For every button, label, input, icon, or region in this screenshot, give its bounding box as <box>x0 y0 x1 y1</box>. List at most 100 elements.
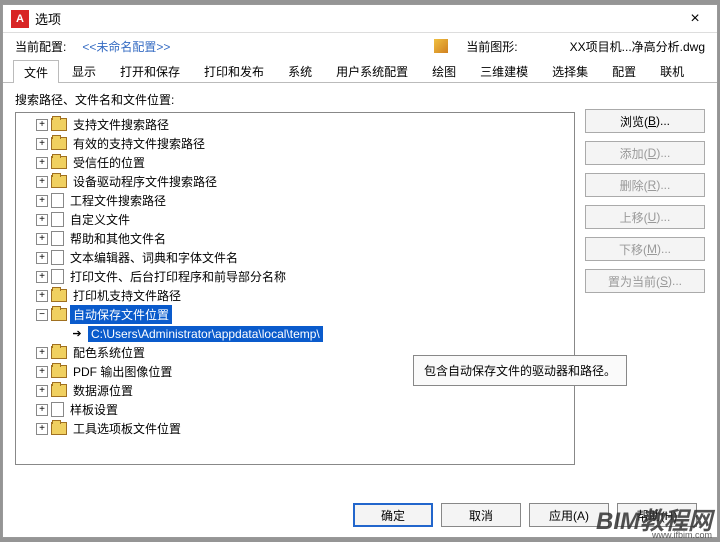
expander-icon[interactable]: + <box>36 252 48 264</box>
current-drawing-label: 当前图形: <box>466 38 517 55</box>
tree-item[interactable]: + 打印机支持文件路径 <box>18 286 572 305</box>
folder-icon <box>51 308 67 321</box>
tab-7[interactable]: 三维建模 <box>469 59 539 82</box>
tree-item[interactable]: + 工具选项板文件位置 <box>18 419 572 438</box>
app-icon: A <box>11 10 29 28</box>
footer: 确定 取消 应用(A) 帮助(H) <box>353 503 697 527</box>
tab-1[interactable]: 显示 <box>61 59 107 82</box>
tab-4[interactable]: 系统 <box>277 59 323 82</box>
current-drawing-value: XX项目机...净高分析.dwg <box>570 38 705 55</box>
apply-button[interactable]: 应用(A) <box>529 503 609 527</box>
tree-label[interactable]: 样板设置 <box>67 400 121 419</box>
tree-item[interactable]: − 自动保存文件位置 <box>18 305 572 324</box>
tooltip: 包含自动保存文件的驱动器和路径。 <box>413 355 627 386</box>
tab-6[interactable]: 绘图 <box>421 59 467 82</box>
expander-icon[interactable]: + <box>36 176 48 188</box>
tree-label[interactable]: PDF 输出图像位置 <box>70 362 175 381</box>
tree-item[interactable]: + 打印文件、后台打印程序和前导部分名称 <box>18 267 572 286</box>
tree-item[interactable]: + 自定义文件 <box>18 210 572 229</box>
folder-icon <box>51 289 67 302</box>
ok-button[interactable]: 确定 <box>353 503 433 527</box>
tree-item[interactable]: + 有效的支持文件搜索路径 <box>18 134 572 153</box>
side-button-M: 下移(M)... <box>585 237 705 261</box>
tree-item[interactable]: + 文本编辑器、词典和字体文件名 <box>18 248 572 267</box>
doc-icon <box>51 193 64 208</box>
expander-icon[interactable]: + <box>36 138 48 150</box>
options-dialog: A 选项 × 当前配置: <<未命名配置>> 当前图形: XX项目机...净高分… <box>2 4 718 538</box>
content-area: 搜索路径、文件名和文件位置: + 支持文件搜索路径 + 有效的支持文件搜索路径 + 受信任… <box>3 83 717 473</box>
tab-2[interactable]: 打开和保存 <box>109 59 191 82</box>
folder-icon <box>51 346 67 359</box>
tree-label[interactable]: 数据源位置 <box>70 381 136 400</box>
doc-icon <box>51 402 64 417</box>
side-button-S: 置为当前(S)... <box>585 269 705 293</box>
tab-0[interactable]: 文件 <box>13 60 59 83</box>
tree-label[interactable]: 工程文件搜索路径 <box>67 191 169 210</box>
doc-icon <box>51 250 64 265</box>
tree-label[interactable]: 受信任的位置 <box>70 153 148 172</box>
doc-icon <box>51 269 64 284</box>
expander-icon[interactable]: + <box>36 404 48 416</box>
folder-icon <box>51 384 67 397</box>
profile-row: 当前配置: <<未命名配置>> 当前图形: XX项目机...净高分析.dwg <box>3 33 717 59</box>
side-button-U: 上移(U)... <box>585 205 705 229</box>
side-button-B[interactable]: 浏览(B)... <box>585 109 705 133</box>
tree-label[interactable]: 工具选项板文件位置 <box>70 419 184 438</box>
side-button-D: 添加(D)... <box>585 141 705 165</box>
close-icon[interactable]: × <box>681 10 709 28</box>
expander-icon[interactable]: + <box>36 423 48 435</box>
expander-icon[interactable]: − <box>36 309 48 321</box>
expander-icon[interactable]: + <box>36 195 48 207</box>
tree-item[interactable]: + 设备驱动程序文件搜索路径 <box>18 172 572 191</box>
tree-item[interactable]: + 支持文件搜索路径 <box>18 115 572 134</box>
tab-10[interactable]: 联机 <box>649 59 695 82</box>
tree-item[interactable]: + 受信任的位置 <box>18 153 572 172</box>
expander-icon[interactable]: + <box>36 271 48 283</box>
tree-label[interactable]: 帮助和其他文件名 <box>67 229 169 248</box>
tab-3[interactable]: 打印和发布 <box>193 59 275 82</box>
tree-label[interactable]: C:\Users\Administrator\appdata\local\tem… <box>88 326 323 342</box>
expander-icon[interactable]: + <box>36 290 48 302</box>
tree-label[interactable]: 设备驱动程序文件搜索路径 <box>70 172 220 191</box>
folder-icon <box>51 118 67 131</box>
tree-label[interactable]: 文本编辑器、词典和字体文件名 <box>67 248 241 267</box>
cancel-button[interactable]: 取消 <box>441 503 521 527</box>
dwg-icon <box>434 39 448 53</box>
arrow-icon: ➔ <box>69 327 85 340</box>
tree-item[interactable]: + 工程文件搜索路径 <box>18 191 572 210</box>
section-label: 搜索路径、文件名和文件位置: <box>15 91 575 108</box>
tree-item[interactable]: + 帮助和其他文件名 <box>18 229 572 248</box>
doc-icon <box>51 231 64 246</box>
folder-icon <box>51 156 67 169</box>
help-button[interactable]: 帮助(H) <box>617 503 697 527</box>
tab-strip: 文件显示打开和保存打印和发布系统用户系统配置绘图三维建模选择集配置联机 <box>3 59 717 83</box>
tree-label[interactable]: 自定义文件 <box>67 210 133 229</box>
tree-label[interactable]: 有效的支持文件搜索路径 <box>70 134 208 153</box>
tab-5[interactable]: 用户系统配置 <box>325 59 419 82</box>
expander-icon[interactable]: + <box>36 157 48 169</box>
expander-icon[interactable]: + <box>36 385 48 397</box>
tree-label[interactable]: 配色系统位置 <box>70 343 148 362</box>
tab-9[interactable]: 配置 <box>601 59 647 82</box>
expander-icon[interactable]: + <box>36 233 48 245</box>
tab-8[interactable]: 选择集 <box>541 59 599 82</box>
expander-icon[interactable]: + <box>36 119 48 131</box>
tree-label[interactable]: 自动保存文件位置 <box>70 305 172 324</box>
expander-icon[interactable]: + <box>36 366 48 378</box>
side-button-R: 删除(R)... <box>585 173 705 197</box>
expander-icon[interactable]: + <box>36 347 48 359</box>
tree-label[interactable]: 打印机支持文件路径 <box>70 286 184 305</box>
folder-icon <box>51 175 67 188</box>
tree-item[interactable]: + 样板设置 <box>18 400 572 419</box>
tree-label[interactable]: 支持文件搜索路径 <box>70 115 172 134</box>
tree-item[interactable]: ➔C:\Users\Administrator\appdata\local\te… <box>18 324 572 343</box>
folder-icon <box>51 365 67 378</box>
side-buttons: 浏览(B)... 添加(D)... 删除(R)... 上移(U)... 下移(M)...… <box>585 91 705 465</box>
window-title: 选项 <box>35 9 681 28</box>
expander-icon[interactable]: + <box>36 214 48 226</box>
folder-icon <box>51 422 67 435</box>
current-profile-value: <<未命名配置>> <box>82 38 170 55</box>
doc-icon <box>51 212 64 227</box>
tree-view[interactable]: + 支持文件搜索路径 + 有效的支持文件搜索路径 + 受信任的位置 + 设备驱动程序文件搜索路… <box>15 112 575 465</box>
tree-label[interactable]: 打印文件、后台打印程序和前导部分名称 <box>67 267 289 286</box>
